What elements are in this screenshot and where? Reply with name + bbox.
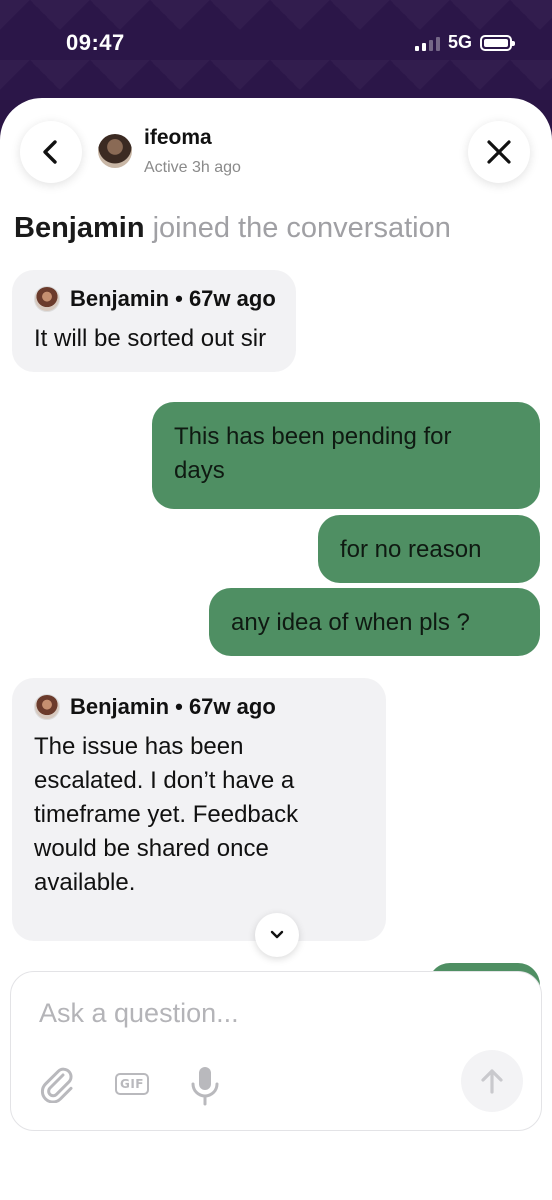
message-line: The issue has been	[34, 733, 244, 760]
message-text: for no reason	[340, 536, 482, 563]
status-time: 09:47	[66, 30, 125, 55]
sender-meta: Benjamin • 67w ago	[70, 286, 276, 311]
message-line: days	[174, 457, 225, 485]
signal-icon	[414, 35, 440, 51]
microphone-button[interactable]	[187, 1064, 223, 1108]
message-line: would be shared once	[34, 835, 269, 863]
message-meta: Benjamin • 67w ago	[34, 694, 366, 720]
chevron-down-icon	[270, 930, 284, 939]
back-button[interactable]	[20, 121, 82, 183]
avatar	[98, 134, 132, 168]
contact-name: ifeoma	[144, 126, 212, 149]
message-bubble-incoming[interactable]: Benjamin • 67w ago The issue has been es…	[12, 678, 386, 941]
join-notice: Benjamin joined the conversation	[14, 212, 451, 245]
chat-header: ifeoma Active 3h ago	[0, 98, 552, 198]
arrow-up-icon	[481, 1069, 503, 1094]
attach-button[interactable]	[37, 1064, 77, 1104]
message-text: It will be sorted out sir	[34, 325, 267, 352]
message-meta: Benjamin • 67w ago	[34, 286, 276, 312]
gif-button[interactable]: GIF	[112, 1064, 152, 1104]
message-line: timeframe yet. Feedback	[34, 801, 299, 829]
message-bubble-incoming[interactable]: Benjamin • 67w ago It will be sorted out…	[12, 270, 296, 373]
status-bar: 09:47 5G	[0, 0, 552, 100]
message-text: any idea of when pls ?	[231, 609, 470, 636]
join-notice-text: joined the conversation	[144, 212, 451, 244]
chat-sheet: ifeoma Active 3h ago Benjamin joined the…	[0, 98, 552, 1200]
avatar	[34, 694, 60, 720]
message-line: available.	[34, 869, 136, 897]
sender-meta: Benjamin • 67w ago	[70, 694, 276, 719]
scroll-down-button[interactable]	[255, 913, 299, 957]
network-label: 5G	[447, 32, 472, 52]
message-bubble-outgoing[interactable]: for no reason	[318, 515, 540, 583]
message-line: escalated. I don’t have a	[34, 767, 295, 795]
join-notice-name: Benjamin	[14, 212, 145, 244]
message-composer: GIF	[10, 971, 542, 1131]
message-line: This has been pending for	[174, 423, 452, 450]
message-text: The issue has been escalated. I don’t ha…	[34, 730, 366, 900]
question-input[interactable]	[39, 998, 479, 1029]
gif-icon: GIF	[114, 1073, 149, 1095]
send-button[interactable]	[461, 1050, 523, 1112]
paperclip-icon	[40, 1067, 73, 1103]
chevron-left-icon	[43, 140, 57, 164]
close-icon	[487, 140, 511, 164]
close-button[interactable]	[468, 121, 530, 183]
contact-status: Active 3h ago	[144, 159, 241, 176]
battery-icon	[480, 34, 515, 51]
status-indicators: 5G	[414, 32, 515, 53]
message-bubble-outgoing[interactable]: This has been pending for days	[152, 402, 540, 509]
microphone-icon	[191, 1067, 219, 1106]
message-bubble-outgoing[interactable]: any idea of when pls ?	[209, 588, 540, 656]
avatar	[34, 286, 60, 312]
